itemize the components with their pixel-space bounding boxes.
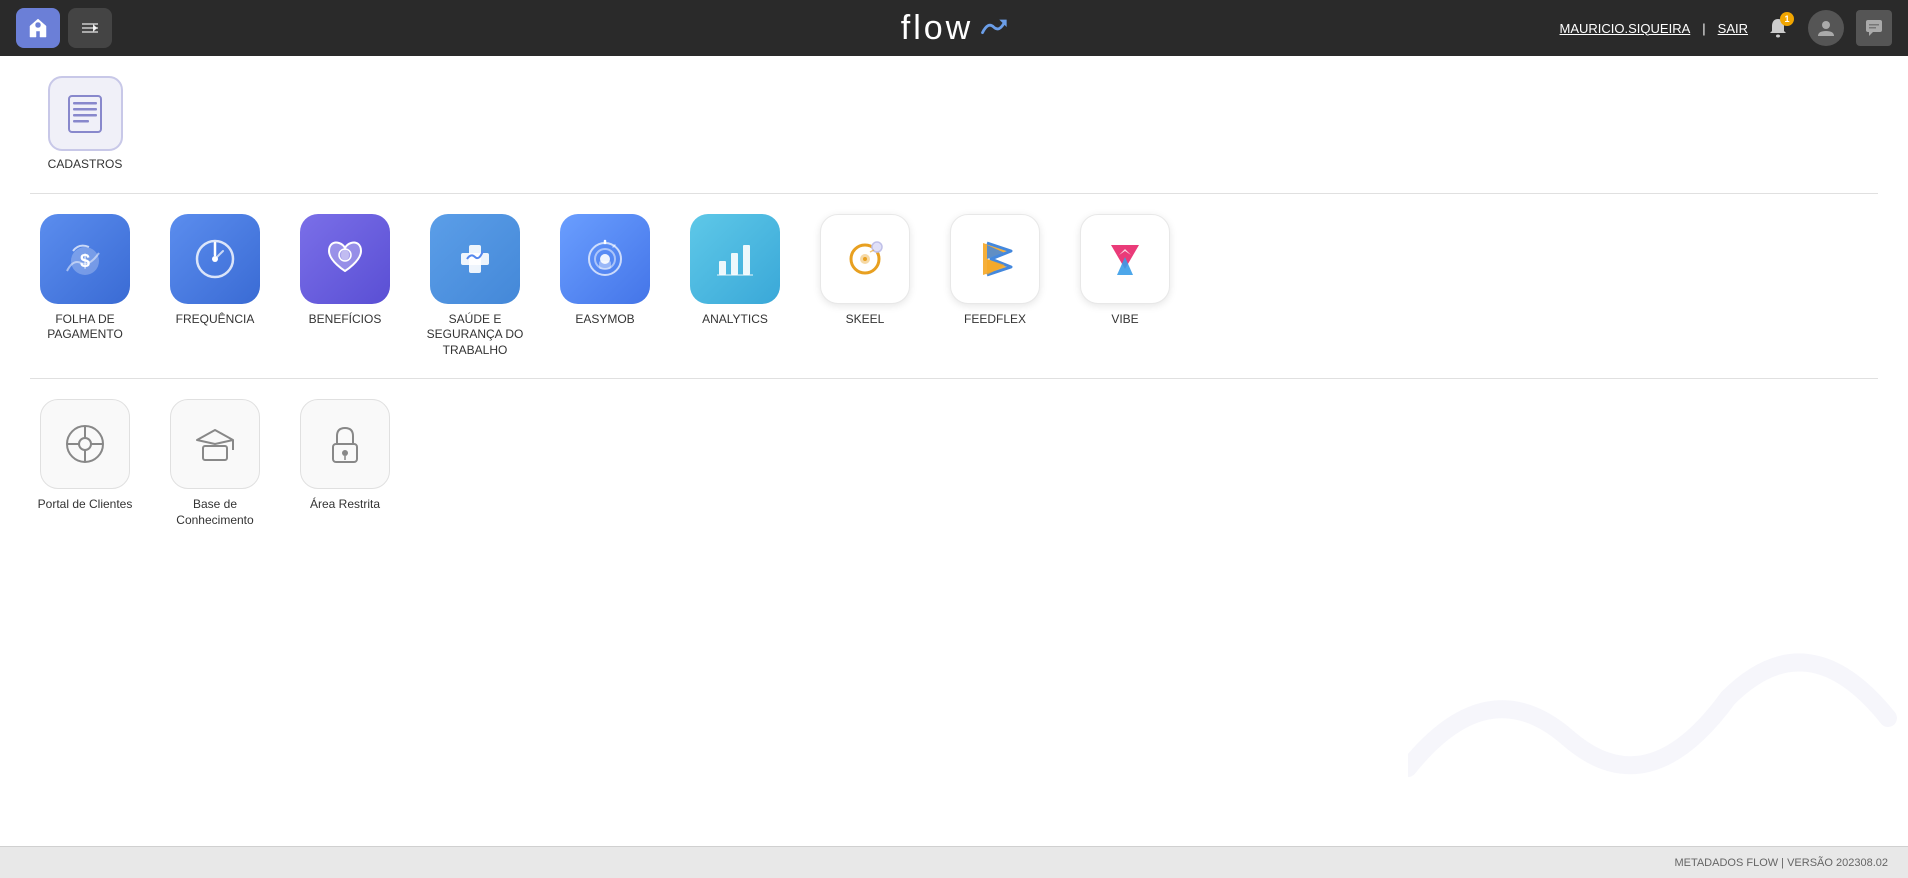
svg-text:$: $ (80, 251, 90, 271)
portal-icon (40, 399, 130, 489)
saude-icon (430, 214, 520, 304)
app-vibe[interactable]: VIBE (1070, 214, 1180, 359)
main-header: flow MAURICIO.SIQUEIRA | SAIR 1 (0, 0, 1908, 56)
logo-icon (979, 17, 1007, 39)
app-skeel[interactable]: SKEEL (810, 214, 920, 359)
app-feedflex[interactable]: FEEDFLEX (940, 214, 1050, 359)
notification-badge: 1 (1780, 12, 1794, 26)
home-icon (26, 16, 50, 40)
notification-button[interactable]: 1 (1760, 10, 1796, 46)
tools-row: Portal de Clientes Base de Conhecimento (30, 399, 1878, 528)
saude-label: SAÚDE E SEGURANÇA DO TRABALHO (420, 312, 530, 359)
section-apps: $ FOLHA DE PAGAMENTO FRE (30, 194, 1878, 380)
footer: METADADOS FLOW | VERSÃO 2023​08.02 (0, 846, 1908, 878)
app-frequencia[interactable]: FREQUÊNCIA (160, 214, 270, 359)
cadastros-label: CADASTROS (48, 157, 123, 173)
username-link[interactable]: MAURICIO.SIQUEIRA (1560, 21, 1691, 36)
tool-restrita[interactable]: Área Restrita (290, 399, 400, 528)
restrita-svg (319, 418, 371, 470)
app-folha[interactable]: $ FOLHA DE PAGAMENTO (30, 214, 140, 359)
folha-icon: $ (40, 214, 130, 304)
footer-text: METADADOS FLOW | VERSÃO 2023​08.02 (1674, 857, 1888, 869)
frequencia-icon (170, 214, 260, 304)
logo: flow (901, 9, 1007, 48)
section-tools: Portal de Clientes Base de Conhecimento (30, 379, 1878, 548)
analytics-label: ANALYTICS (702, 312, 768, 328)
folha-label: FOLHA DE PAGAMENTO (30, 312, 140, 343)
base-icon (170, 399, 260, 489)
skeel-icon (820, 214, 910, 304)
cadastros-icon (48, 76, 123, 151)
header-left (16, 8, 112, 48)
easymob-svg (579, 233, 631, 285)
beneficios-label: BENEFÍCIOS (309, 312, 382, 328)
portal-svg (59, 418, 111, 470)
logout-link[interactable]: SAIR (1718, 21, 1748, 36)
tool-portal[interactable]: Portal de Clientes (30, 399, 140, 528)
vibe-svg (1097, 231, 1153, 287)
saude-svg (449, 233, 501, 285)
portal-label: Portal de Clientes (38, 497, 133, 513)
app-beneficios[interactable]: BENEFÍCIOS (290, 214, 400, 359)
easymob-icon (560, 214, 650, 304)
app-easymob[interactable]: EASYMOB (550, 214, 660, 359)
logo-text: flow (901, 9, 973, 48)
beneficios-svg (319, 233, 371, 285)
section-cadastros: CADASTROS (30, 76, 1878, 194)
beneficios-icon (300, 214, 390, 304)
document-icon (63, 92, 107, 136)
analytics-icon (690, 214, 780, 304)
arrow-icon (80, 18, 100, 38)
menu-button[interactable] (68, 8, 112, 48)
home-button[interactable] (16, 8, 60, 48)
analytics-svg (709, 233, 761, 285)
restrita-label: Área Restrita (310, 497, 380, 513)
base-label: Base de Conhecimento (160, 497, 270, 528)
chat-icon (1864, 18, 1884, 38)
vibe-icon (1080, 214, 1170, 304)
header-right: MAURICIO.SIQUEIRA | SAIR 1 (1560, 10, 1892, 46)
app-analytics[interactable]: ANALYTICS (680, 214, 790, 359)
skeel-label: SKEEL (846, 312, 885, 328)
frequencia-svg (189, 233, 241, 285)
base-svg (189, 418, 241, 470)
skeel-svg (837, 231, 893, 287)
profile-button[interactable] (1808, 10, 1844, 46)
apps-row: $ FOLHA DE PAGAMENTO FRE (30, 214, 1878, 359)
app-saude[interactable]: SAÚDE E SEGURANÇA DO TRABALHO (420, 214, 530, 359)
easymob-label: EASYMOB (575, 312, 634, 328)
folha-svg: $ (59, 233, 111, 285)
cadastros-item[interactable]: CADASTROS (30, 76, 140, 173)
feedflex-svg (967, 231, 1023, 287)
feedflex-label: FEEDFLEX (964, 312, 1026, 328)
chat-button[interactable] (1856, 10, 1892, 46)
tool-base[interactable]: Base de Conhecimento (160, 399, 270, 528)
watermark (1408, 618, 1908, 818)
restrita-icon (300, 399, 390, 489)
user-icon (1816, 18, 1836, 38)
vibe-label: VIBE (1111, 312, 1138, 328)
feedflex-icon (950, 214, 1040, 304)
main-content: CADASTROS $ FOLHA DE PAGAMENTO (0, 56, 1908, 846)
frequencia-label: FREQUÊNCIA (176, 312, 255, 328)
header-separator: | (1702, 21, 1705, 36)
